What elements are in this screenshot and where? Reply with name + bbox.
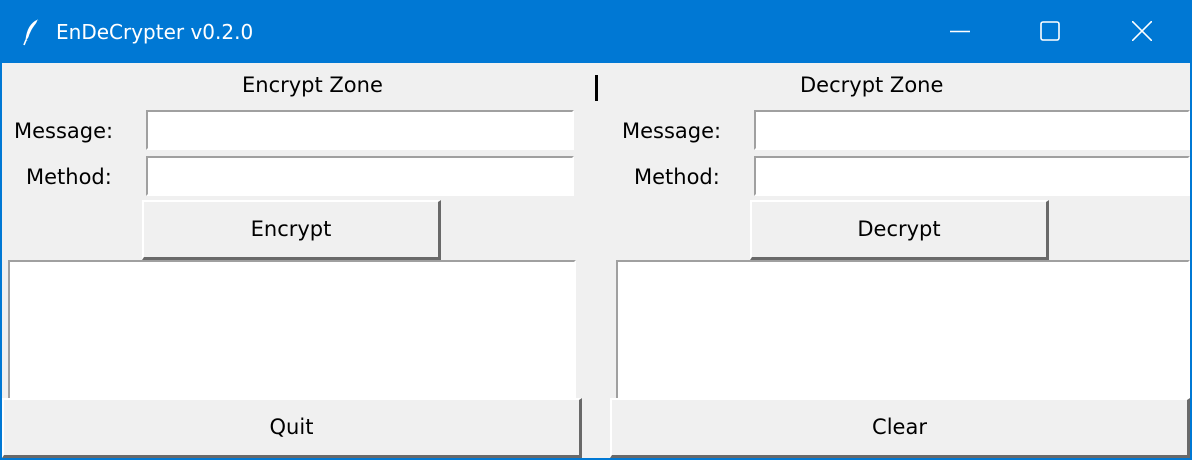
main-panel: Encrypt Zone Message: Method: Encrypt De… [2,63,1190,458]
feather-icon [22,18,42,46]
close-button[interactable] [1096,0,1188,63]
app-window: EnDeCrypter v0.2.0 Encrypt Zone Message:… [0,0,1192,460]
maximize-button[interactable] [1004,0,1096,63]
quit-button[interactable]: Quit [2,398,582,458]
decrypt-message-input[interactable] [754,110,1190,150]
minimize-icon [950,30,970,33]
encrypt-message-input[interactable] [146,110,574,150]
encrypt-method-input[interactable] [146,156,574,196]
clear-button[interactable]: Clear [610,398,1190,458]
zone-separator [595,75,598,101]
decrypt-zone-heading: Decrypt Zone [800,73,944,97]
decrypt-method-input[interactable] [754,156,1190,196]
encrypt-button[interactable]: Encrypt [142,200,441,260]
window-title: EnDeCrypter v0.2.0 [56,20,254,44]
encrypt-method-label: Method: [26,165,112,189]
encrypt-output-textbox[interactable] [8,260,576,398]
close-icon [1132,21,1152,41]
encrypt-zone-heading: Encrypt Zone [242,73,383,97]
decrypt-button[interactable]: Decrypt [750,200,1049,260]
title-bar[interactable]: EnDeCrypter v0.2.0 [0,0,1192,63]
decrypt-method-label: Method: [634,165,720,189]
encrypt-message-label: Message: [14,119,114,143]
minimize-button[interactable] [914,0,1006,63]
decrypt-output-textbox[interactable] [616,260,1190,398]
maximize-icon [1040,21,1060,41]
decrypt-message-label: Message: [622,119,722,143]
